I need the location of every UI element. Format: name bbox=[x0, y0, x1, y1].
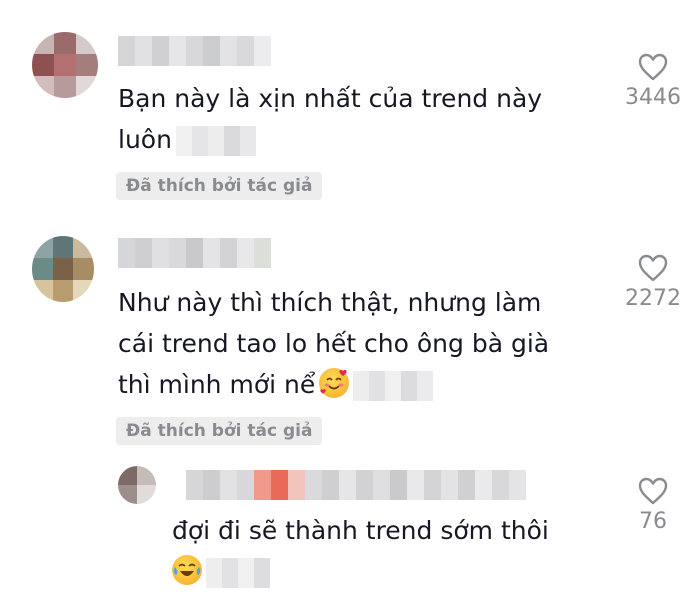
comment-text-line: cái trend tao lo hết cho ông bà già bbox=[118, 329, 550, 358]
blurred-mention bbox=[175, 126, 256, 156]
username-blurred[interactable] bbox=[118, 238, 271, 268]
avatar[interactable] bbox=[32, 236, 94, 302]
avatar[interactable] bbox=[32, 32, 98, 98]
like-button[interactable]: 2272 bbox=[618, 253, 688, 313]
heart-icon[interactable] bbox=[637, 253, 669, 283]
username-blurred[interactable] bbox=[118, 36, 271, 66]
comment-text-line: thì mình mới nể bbox=[118, 370, 316, 399]
face-with-tears-of-joy-icon bbox=[172, 555, 202, 585]
comment-text: Như này thì thích thật, nhưng làm cái tr… bbox=[118, 282, 549, 405]
like-count: 3446 bbox=[625, 85, 681, 110]
reply-text-line: đợi đi sẽ thành trend sớm thôi bbox=[172, 516, 549, 545]
heart-icon[interactable] bbox=[637, 476, 669, 506]
like-count: 76 bbox=[639, 509, 667, 534]
reply-text: đợi đi sẽ thành trend sớm thôi bbox=[172, 510, 549, 592]
smiling-face-with-hearts-icon bbox=[319, 368, 350, 398]
liked-by-author-badge: Đã thích bởi tác giả bbox=[116, 417, 323, 445]
blurred-mention bbox=[206, 558, 270, 588]
avatar[interactable] bbox=[118, 466, 156, 504]
like-button[interactable]: 76 bbox=[618, 476, 688, 536]
blurred-mention bbox=[353, 371, 434, 401]
comment-text-line: Như này thì thích thật, nhưng làm bbox=[118, 288, 542, 317]
username-blurred[interactable] bbox=[186, 470, 526, 500]
like-button[interactable]: 3446 bbox=[618, 52, 688, 112]
heart-icon[interactable] bbox=[637, 52, 669, 82]
liked-by-author-badge: Đã thích bởi tác giả bbox=[116, 172, 323, 200]
comment-text-line: Bạn này là xịn nhất của trend này bbox=[118, 84, 543, 113]
like-count: 2272 bbox=[625, 286, 681, 311]
comment-text: Bạn này là xịn nhất của trend này luôn bbox=[118, 78, 542, 160]
comment-text-line: luôn bbox=[118, 125, 172, 154]
